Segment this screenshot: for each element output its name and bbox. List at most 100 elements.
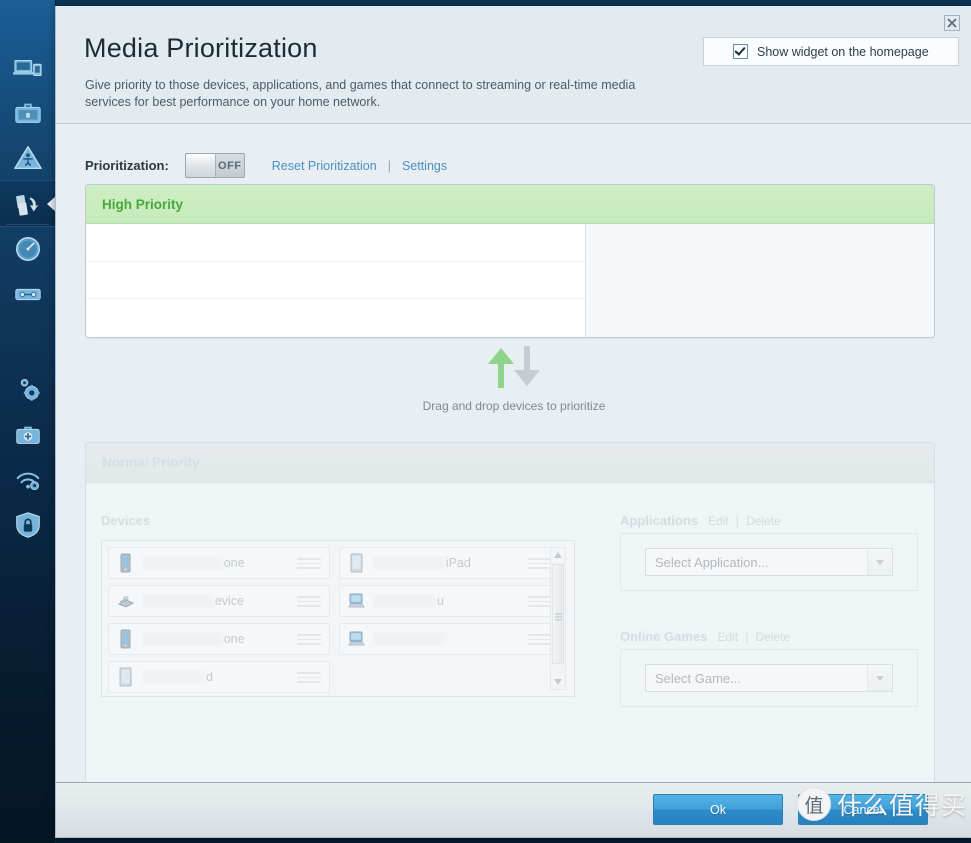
device-list-item[interactable]: █████████one: [108, 623, 330, 655]
device-list-item[interactable]: ████████evice: [108, 585, 330, 617]
sidebar-item-security[interactable]: [0, 502, 55, 547]
redacted-name: █████████: [142, 556, 222, 570]
applications-delete-link[interactable]: Delete: [746, 514, 781, 528]
applications-edit-link[interactable]: Edit: [708, 514, 729, 528]
online-games-edit-link[interactable]: Edit: [717, 630, 738, 644]
device-name: ████████iPad: [373, 556, 528, 570]
devices-label-text: Devices: [101, 513, 151, 528]
drag-handle-icon[interactable]: [297, 558, 321, 569]
high-priority-title: High Priority: [102, 196, 184, 212]
online-games-section-label: Online Games Edit | Delete: [620, 629, 790, 644]
device-name: ████████: [373, 632, 528, 646]
show-widget-label: Show widget on the homepage: [757, 44, 929, 59]
scroll-up-button[interactable]: [551, 548, 565, 562]
tablet-icon: [119, 667, 132, 687]
normal-priority-title: Normal Priority: [102, 455, 200, 470]
storage-drive-icon: [14, 288, 41, 300]
sidebar-item-parental-controls[interactable]: [0, 135, 55, 180]
high-priority-slot[interactable]: [86, 224, 585, 262]
device-name: ███████u: [373, 594, 528, 608]
device-list-item[interactable]: ████████iPad: [339, 547, 561, 579]
close-button[interactable]: [944, 15, 960, 31]
warning-triangle-icon: [13, 145, 42, 169]
device-list-item[interactable]: ████████: [339, 623, 561, 655]
sidebar-item-media-prioritization[interactable]: [0, 180, 56, 227]
high-priority-slot[interactable]: [86, 262, 585, 300]
show-widget-checkbox[interactable]: [733, 44, 748, 59]
sidebar-divider: [6, 224, 49, 225]
visible-name-suffix: one: [223, 632, 245, 646]
prioritization-links: Reset Prioritization | Settings: [272, 159, 447, 173]
device-list-item[interactable]: █████████one: [108, 547, 330, 579]
normal-priority-panel[interactable]: Normal Priority Devices one evice one d …: [85, 442, 935, 837]
chevron-down-icon[interactable]: [867, 665, 892, 691]
sidebar-item-router-settings[interactable]: [0, 367, 55, 412]
reset-prioritization-link[interactable]: Reset Prioritization: [272, 159, 377, 173]
drag-hint-text: Drag and drop devices to prioritize: [422, 399, 606, 413]
game-dropdown[interactable]: Select Game...: [645, 664, 893, 692]
chevron-down-icon: [554, 679, 562, 685]
device-list-item[interactable]: ███████d: [108, 661, 330, 693]
high-priority-body: [86, 224, 934, 337]
redacted-name: █████████: [142, 632, 222, 646]
sidebar-item-speed-test[interactable]: [0, 226, 55, 271]
prioritization-toggle[interactable]: OFF: [184, 153, 245, 178]
high-priority-panel[interactable]: High Priority: [85, 184, 935, 338]
drag-handle-icon[interactable]: [297, 672, 321, 683]
drag-handle-icon[interactable]: [528, 596, 552, 607]
high-priority-header: High Priority: [86, 185, 934, 224]
media-priority-icon: [15, 194, 38, 216]
prioritization-label: Prioritization:: [85, 158, 169, 173]
redacted-name: ████████: [373, 632, 444, 646]
dialog-body: Prioritization: OFF Reset Prioritization…: [56, 124, 971, 837]
cancel-button[interactable]: Cancel: [798, 794, 928, 825]
gears-icon: [20, 378, 40, 401]
devices-column-left: █████████one ████████evice: [108, 547, 330, 699]
sidebar-item-guest-access[interactable]: [0, 90, 55, 135]
page-title: Media Prioritization: [84, 33, 318, 63]
desktop-pc-icon: [348, 593, 365, 608]
applications-select-box[interactable]: Select Application...: [620, 533, 918, 591]
drag-handle-icon[interactable]: [528, 558, 552, 569]
tablet-icon: [350, 553, 363, 573]
devices-list-box[interactable]: █████████one ████████evice: [101, 540, 575, 697]
show-widget-checkbox-row[interactable]: Show widget on the homepage: [703, 37, 959, 66]
sidebar-item-device-list[interactable]: [0, 45, 55, 90]
online-games-delete-link[interactable]: Delete: [755, 630, 790, 644]
chevron-down-icon[interactable]: [867, 549, 892, 575]
router-admin-window: Media Prioritization Give priority to th…: [0, 0, 971, 843]
drag-handle-icon[interactable]: [297, 596, 321, 607]
visible-name-suffix: u: [437, 594, 444, 608]
application-dropdown[interactable]: Select Application...: [645, 548, 893, 576]
applications-section-label: Applications Edit | Delete: [620, 513, 781, 528]
scrollbar-thumb[interactable]: [552, 564, 564, 664]
caret-glyph: [876, 675, 884, 681]
toggle-state-label: OFF: [218, 159, 242, 172]
settings-link[interactable]: Settings: [402, 159, 447, 173]
up-down-arrows-icon: [488, 346, 540, 388]
high-priority-slot[interactable]: [86, 299, 585, 337]
link-separator: |: [387, 158, 391, 173]
desktop-pc-icon: [348, 631, 365, 646]
drag-handle-icon[interactable]: [297, 634, 321, 645]
device-name: ████████evice: [142, 594, 297, 608]
devices-scrollbar[interactable]: [550, 547, 566, 690]
high-priority-bandwidth-area: [586, 224, 934, 337]
scroll-down-button[interactable]: [551, 675, 565, 689]
sidebar-item-wireless-settings[interactable]: [0, 457, 55, 502]
online-games-label-text: Online Games: [620, 629, 708, 644]
drag-handle-icon[interactable]: [528, 634, 552, 645]
sidebar-item-troubleshooting[interactable]: [0, 412, 55, 457]
prioritization-row: Prioritization: OFF Reset Prioritization…: [85, 153, 447, 178]
chevron-up-icon: [554, 552, 562, 558]
device-name: █████████one: [142, 556, 297, 570]
high-priority-dropzone[interactable]: [86, 224, 586, 337]
online-games-select-box[interactable]: Select Game...: [620, 649, 918, 707]
device-list-item[interactable]: ███████u: [339, 585, 561, 617]
sidebar-item-external-storage[interactable]: [0, 271, 55, 316]
normal-priority-header: Normal Priority: [86, 443, 934, 483]
ok-button[interactable]: Ok: [653, 794, 783, 825]
router-device-icon: [117, 596, 134, 608]
first-aid-kit-icon: [15, 426, 40, 444]
application-dropdown-value: Select Application...: [655, 554, 769, 570]
